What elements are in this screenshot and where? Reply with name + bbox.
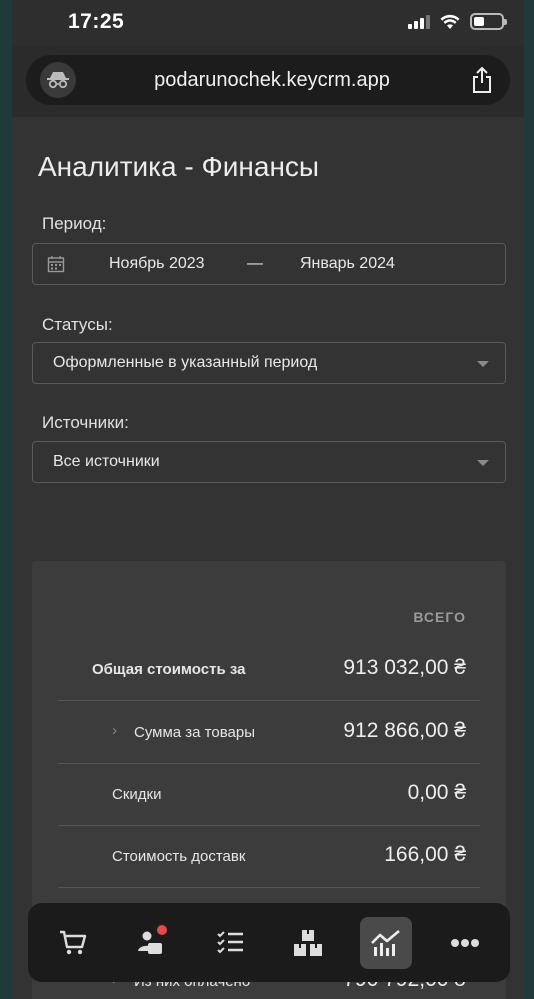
battery-icon — [470, 13, 507, 30]
tab-products[interactable] — [282, 917, 334, 969]
chevron-right-icon[interactable]: › — [112, 722, 117, 739]
statuses-label: Статусы: — [42, 315, 113, 334]
row-value: 912 866,00 ₴ — [343, 719, 466, 742]
statuses-select[interactable]: Оформленные в указанный период — [32, 342, 506, 384]
tab-orders[interactable] — [47, 917, 99, 969]
calendar-icon — [47, 256, 65, 273]
phone-screen: 17:25 podarunochek.keycrm.app Аналитика … — [12, 0, 524, 999]
sources-select[interactable]: Все источники — [32, 441, 506, 483]
row-value: 913 032,00 ₴ — [343, 656, 466, 679]
row-name: Скидки — [112, 786, 162, 803]
period-picker[interactable]: Ноябрь 2023 — Январь 2024 — [32, 243, 506, 285]
more-icon — [450, 938, 479, 947]
row-value: 166,00 ₴ — [384, 843, 466, 866]
status-icons — [408, 13, 507, 30]
status-bar: 17:25 — [12, 0, 524, 46]
row-name: Общая стоимость за — [92, 661, 246, 678]
page-content: Аналитика - Финансы Период: Ноябрь 2023 … — [12, 117, 524, 999]
tab-analytics[interactable] — [360, 916, 413, 969]
chevron-down-icon — [477, 361, 489, 367]
table-row: Стоимость доставк 166,00 ₴ — [58, 826, 480, 888]
table-row[interactable]: › Сумма за товары 912 866,00 ₴ — [58, 702, 480, 764]
sources-value: Все источники — [53, 453, 160, 470]
share-icon[interactable] — [468, 64, 496, 96]
column-header-total: ВСЕГО — [413, 609, 466, 625]
signal-icon — [408, 14, 430, 29]
chevron-down-icon — [477, 460, 489, 466]
period-from[interactable]: Ноябрь 2023 — [109, 255, 205, 273]
period-label: Период: — [42, 214, 107, 233]
browser-url-bar[interactable]: podarunochek.keycrm.app — [26, 55, 510, 105]
row-value: 0,00 ₴ — [407, 781, 466, 804]
page-title: Аналитика - Финансы — [38, 151, 320, 182]
cart-icon — [60, 930, 87, 954]
row-name: Стоимость доставк — [112, 848, 246, 865]
tab-more[interactable] — [439, 917, 491, 969]
analytics-icon — [371, 929, 401, 956]
row-name: Сумма за товары — [134, 724, 255, 741]
tab-chats[interactable] — [125, 917, 177, 969]
statuses-value: Оформленные в указанный период — [53, 354, 318, 371]
table-row: Общая стоимость за 913 032,00 ₴ — [58, 639, 480, 701]
tab-tasks[interactable] — [204, 917, 256, 969]
table-row: Скидки 0,00 ₴ — [58, 764, 480, 826]
tasks-icon — [217, 930, 243, 953]
url-text[interactable]: podarunochek.keycrm.app — [76, 69, 468, 92]
period-to[interactable]: Январь 2024 — [300, 255, 395, 273]
bottom-tab-bar — [28, 903, 510, 982]
boxes-icon — [294, 929, 323, 956]
notification-badge — [157, 924, 168, 935]
privacy-icon[interactable] — [40, 62, 76, 98]
status-time: 17:25 — [68, 10, 125, 33]
sources-label: Источники: — [42, 413, 129, 432]
period-separator: — — [247, 255, 263, 272]
wifi-icon — [440, 14, 460, 29]
